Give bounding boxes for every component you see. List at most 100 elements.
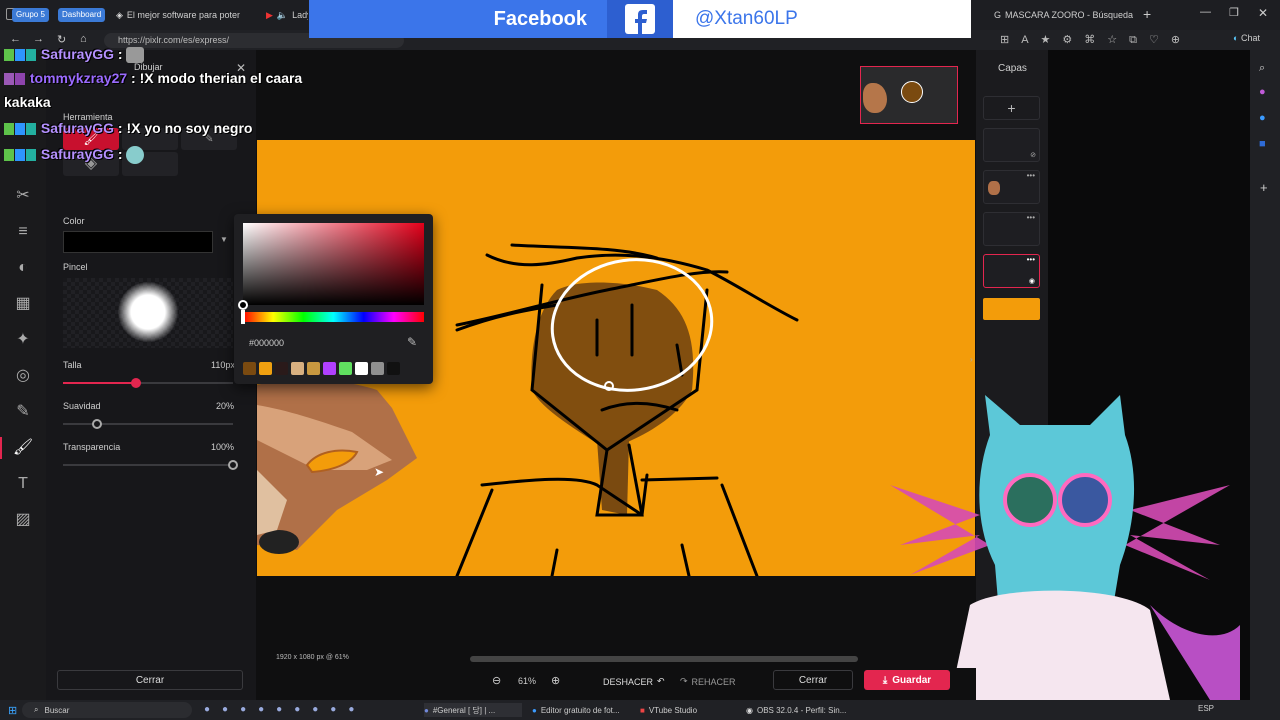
draw-icon[interactable]: 🖌: [12, 437, 34, 459]
tab-software[interactable]: ◈ El mejor software para potenci: [112, 6, 240, 24]
size-slider[interactable]: [63, 378, 233, 388]
browser-chat-button[interactable]: ◐ Chat: [1233, 33, 1260, 43]
sparkle-icon[interactable]: ✦: [12, 329, 34, 351]
opacity-value: 100%: [211, 442, 235, 452]
search-icon[interactable]: ⌕: [1259, 62, 1265, 75]
badge-icon: [4, 149, 14, 162]
saturation-handle[interactable]: [238, 300, 248, 310]
undo-button[interactable]: DESHACER ↶: [603, 676, 665, 687]
windows-icon[interactable]: ⊞: [8, 704, 17, 717]
back-icon[interactable]: ←: [10, 33, 21, 45]
tab-label: MASCARA ZOORO - Búsqueda: [1005, 10, 1134, 20]
extension-icons[interactable]: ⊞A★⚙⌘☆⧉♡⊕: [1000, 33, 1192, 47]
adjust-icon[interactable]: ≡: [12, 221, 34, 243]
new-tab-icon[interactable]: +: [1143, 6, 1151, 22]
brush-preview[interactable]: [63, 278, 233, 348]
zoom-value[interactable]: 61%: [518, 676, 536, 686]
color-swatch[interactable]: [323, 362, 336, 375]
language-indicator[interactable]: ESP: [1198, 704, 1214, 713]
home-icon[interactable]: ⌂: [80, 33, 87, 45]
close-button[interactable]: Cerrar: [773, 670, 853, 690]
zoom-out-icon[interactable]: ⊖: [492, 674, 501, 687]
maximize-icon[interactable]: ❐: [1229, 6, 1239, 19]
color-swatch[interactable]: [291, 362, 304, 375]
dimensions-label: 1920 x 1080 px @ 61%: [276, 654, 349, 661]
badge-icon: [15, 149, 25, 162]
taskbar: ⊞ ⌕ Buscar ●●●●●●●●● ● #General [ 당] | .…: [0, 700, 1280, 720]
chat-text: : !X yo no soy negro: [114, 120, 253, 136]
tab-mascara[interactable]: G MASCARA ZOORO - Búsqueda ✕: [990, 6, 1135, 24]
forward-icon[interactable]: →: [33, 33, 44, 45]
minimize-icon[interactable]: —: [1200, 6, 1211, 18]
hex-value-field[interactable]: #000000: [249, 338, 284, 348]
eye-icon[interactable]: ◉: [1029, 277, 1035, 285]
color-swatch[interactable]: [355, 362, 368, 375]
badge-icon: [26, 49, 36, 62]
smooth-slider-knob[interactable]: [92, 419, 102, 429]
color-swatch[interactable]: [275, 362, 288, 375]
taskbar-app-discord[interactable]: ● #General [ 당] | ...: [424, 703, 522, 717]
retouch-icon[interactable]: ✎: [12, 401, 34, 423]
tab-lady[interactable]: ▶ 🔈 Lady: [262, 6, 308, 24]
chat-user: SafurayGG: [40, 120, 115, 136]
badge-icon: [26, 149, 36, 162]
text-icon[interactable]: T: [12, 473, 34, 495]
outlook-icon[interactable]: ■: [1259, 138, 1266, 150]
taskbar-search[interactable]: ⌕ Buscar: [22, 702, 192, 718]
liquify-icon[interactable]: ◎: [12, 365, 34, 387]
eyedropper-icon[interactable]: ✎: [407, 335, 417, 349]
reload-icon[interactable]: ↻: [57, 33, 66, 46]
more-icon[interactable]: •••: [1027, 255, 1035, 264]
color-swatch[interactable]: [387, 362, 400, 375]
opacity-slider[interactable]: [63, 460, 238, 470]
effects-icon[interactable]: ▦: [12, 293, 34, 315]
layer-item[interactable]: •••: [983, 170, 1040, 204]
opacity-slider-knob[interactable]: [228, 460, 238, 470]
hue-slider[interactable]: [243, 312, 424, 322]
edge-icon[interactable]: ●: [1259, 112, 1266, 124]
color-swatch[interactable]: [371, 362, 384, 375]
smooth-slider[interactable]: [63, 419, 233, 429]
pinned-app-icons[interactable]: ●●●●●●●●●: [204, 704, 366, 715]
tab-group-dashboard[interactable]: Dashboard: [58, 8, 106, 22]
taskbar-app-vtube[interactable]: ■ VTube Studio: [640, 703, 738, 717]
search-label: Buscar: [44, 705, 70, 715]
size-slider-knob[interactable]: [131, 378, 142, 388]
save-button[interactable]: ⤓ Guardar: [864, 670, 950, 690]
facebook-icon: [607, 0, 673, 38]
crop-icon[interactable]: ✂: [12, 185, 34, 207]
background-layer[interactable]: [983, 298, 1040, 320]
panel-collapse-icon[interactable]: ›: [970, 355, 973, 364]
color-swatch[interactable]: [259, 362, 272, 375]
filter-icon[interactable]: ◐: [12, 257, 34, 279]
hue-handle[interactable]: [241, 310, 245, 324]
color-swatch[interactable]: [243, 362, 256, 375]
zoom-in-icon[interactable]: ⊕: [551, 674, 560, 687]
panel-close-button[interactable]: Cerrar: [57, 670, 243, 690]
add-icon[interactable]: +: [1260, 180, 1268, 195]
tab-group-grupo5[interactable]: Grupo 5: [12, 8, 49, 22]
more-icon[interactable]: •••: [1027, 213, 1035, 222]
chevron-down-icon[interactable]: ▼: [220, 235, 228, 244]
taskbar-app-editor[interactable]: ● Editor gratuito de fot...: [532, 703, 630, 717]
saturation-field[interactable]: [243, 223, 424, 305]
horizontal-scrollbar[interactable]: [470, 656, 858, 662]
color-field[interactable]: [63, 231, 213, 253]
redo-button[interactable]: ↷ REHACER: [680, 676, 736, 687]
add-layer-button[interactable]: +: [983, 96, 1040, 120]
color-swatch[interactable]: [307, 362, 320, 375]
chat-message: kakaka: [4, 94, 302, 120]
taskbar-app-obs[interactable]: ◉ OBS 32.0.4 - Perfil: Sin...: [746, 703, 856, 717]
search-icon: ⌕: [34, 705, 39, 714]
layer-item[interactable]: ⊘: [983, 128, 1040, 162]
layer-item[interactable]: •••: [983, 212, 1040, 246]
close-window-icon[interactable]: ✕: [1258, 6, 1268, 20]
more-icon[interactable]: •••: [1027, 171, 1035, 180]
copilot-icon[interactable]: ●: [1259, 86, 1266, 98]
layer-visibility-icon[interactable]: ⊘: [1030, 151, 1036, 159]
color-swatch[interactable]: [339, 362, 352, 375]
pattern-icon[interactable]: ▨: [12, 509, 34, 531]
layer-item-active[interactable]: ••• ◉: [983, 254, 1040, 288]
navigator-thumbnail[interactable]: [860, 66, 958, 124]
app-label: VTube Studio: [648, 705, 698, 715]
